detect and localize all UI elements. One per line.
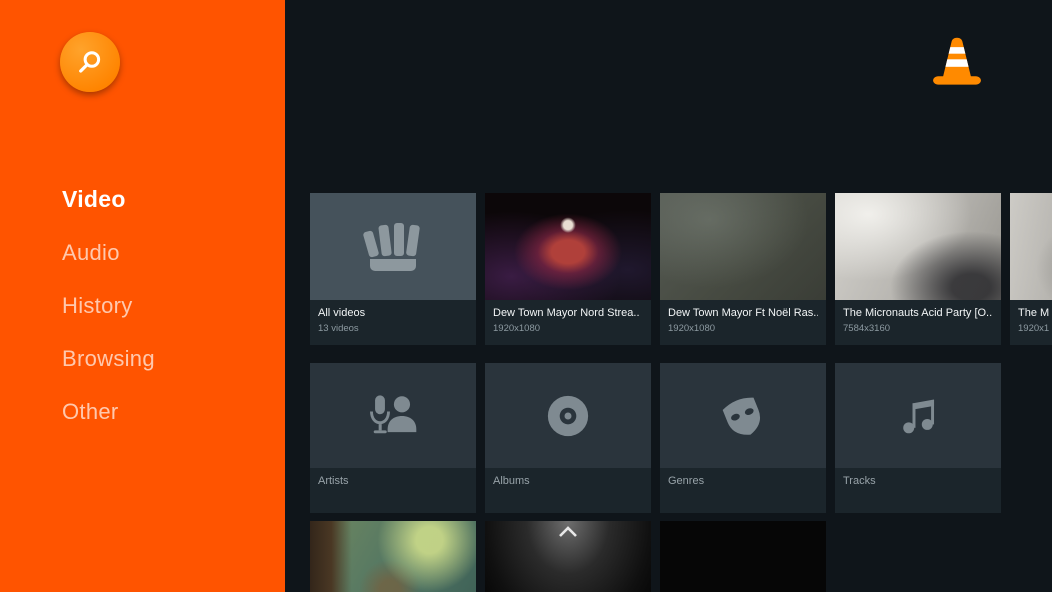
sidebar-item-browsing[interactable]: Browsing <box>62 332 155 385</box>
card-artists[interactable]: Artists <box>310 363 476 513</box>
card-all-videos[interactable]: All videos 13 videos <box>310 193 476 345</box>
card-title: All videos <box>318 307 468 319</box>
music-note-icon <box>891 389 945 443</box>
card-caption: Dew Town Mayor Ft Noël Ras.. 1920x1080 <box>660 300 826 345</box>
card-subtitle: 13 videos <box>318 323 468 334</box>
card-caption: Genres <box>660 468 826 513</box>
card-caption: Tracks <box>835 468 1001 513</box>
sidebar-item-other[interactable]: Other <box>62 385 155 438</box>
sidebar-item-video[interactable]: Video <box>62 173 155 226</box>
all-videos-thumbnail <box>310 193 476 300</box>
card-caption: Albums <box>485 468 651 513</box>
card-subtitle: 7584x3160 <box>843 323 993 334</box>
video-thumbnail <box>1010 193 1052 300</box>
video-thumbnail <box>310 521 476 592</box>
card-subtitle: 1920x1 <box>1018 323 1052 334</box>
card-title: The Micronauts Acid Party [O.. <box>843 307 993 319</box>
artists-thumbnail <box>310 363 476 468</box>
card-caption: Dew Town Mayor Nord Strea.. 1920x1080 <box>485 300 651 345</box>
main-content: All videos 13 videos Dew Town Mayor Nord… <box>285 0 1052 592</box>
card-title: The M <box>1018 307 1052 319</box>
genres-thumbnail <box>660 363 826 468</box>
search-icon <box>75 47 105 77</box>
card-subtitle: 1920x1080 <box>493 323 643 334</box>
card-bottom-1[interactable] <box>310 521 476 592</box>
card-video-noel[interactable]: Dew Town Mayor Ft Noël Ras.. 1920x1080 <box>660 193 826 345</box>
mask-icon <box>714 388 772 444</box>
card-caption: The M 1920x1 <box>1010 300 1052 345</box>
sidebar-menu: Video Audio History Browsing Other <box>62 173 155 438</box>
card-video-nord-stream[interactable]: Dew Town Mayor Nord Strea.. 1920x1080 <box>485 193 651 345</box>
disc-icon <box>540 388 596 444</box>
bottom-row <box>310 521 826 592</box>
card-tracks[interactable]: Tracks <box>835 363 1001 513</box>
sidebar: Video Audio History Browsing Other <box>0 0 285 592</box>
card-albums[interactable]: Albums <box>485 363 651 513</box>
albums-thumbnail <box>485 363 651 468</box>
sidebar-item-history[interactable]: History <box>62 279 155 332</box>
card-title: Artists <box>318 475 468 487</box>
card-title: Dew Town Mayor Ft Noël Ras.. <box>668 307 818 319</box>
card-bottom-3[interactable] <box>660 521 826 592</box>
card-title: Tracks <box>843 475 993 487</box>
card-video-micronauts[interactable]: The Micronauts Acid Party [O.. 7584x3160 <box>835 193 1001 345</box>
chevron-up-icon <box>557 525 579 539</box>
video-thumbnail <box>835 193 1001 300</box>
video-thumbnail <box>485 521 651 592</box>
card-subtitle: 1920x1080 <box>668 323 818 334</box>
search-button[interactable] <box>60 32 120 92</box>
video-row: All videos 13 videos Dew Town Mayor Nord… <box>310 193 1052 345</box>
sidebar-item-audio[interactable]: Audio <box>62 226 155 279</box>
card-caption: All videos 13 videos <box>310 300 476 345</box>
card-caption: Artists <box>310 468 476 513</box>
card-genres[interactable]: Genres <box>660 363 826 513</box>
video-thumbnail <box>660 521 826 592</box>
vlc-cone-logo <box>927 34 987 94</box>
card-caption: The Micronauts Acid Party [O.. 7584x3160 <box>835 300 1001 345</box>
audio-category-row: Artists Albums <box>310 363 1001 513</box>
card-title: Genres <box>668 475 818 487</box>
video-thumbnail <box>660 193 826 300</box>
video-thumbnail <box>485 193 651 300</box>
card-video-clipped[interactable]: The M 1920x1 <box>1010 193 1052 345</box>
video-stack-icon <box>356 215 430 279</box>
card-title: Dew Town Mayor Nord Strea.. <box>493 307 643 319</box>
vlc-tv-app: Video Audio History Browsing Other <box>0 0 1052 592</box>
tracks-thumbnail <box>835 363 1001 468</box>
microphone-person-icon <box>364 390 422 442</box>
card-title: Albums <box>493 475 643 487</box>
card-bottom-2[interactable] <box>485 521 651 592</box>
